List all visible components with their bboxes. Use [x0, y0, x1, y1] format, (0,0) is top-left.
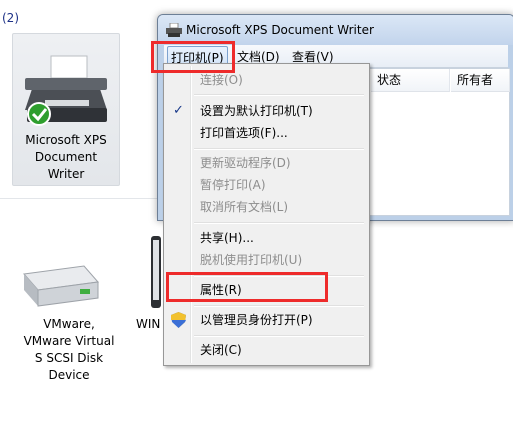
- menu-separator: [194, 148, 364, 150]
- printer-tile-xps[interactable]: Microsoft XPS Document Writer: [12, 33, 120, 186]
- printer-name-line-1: Microsoft XPS: [25, 133, 107, 147]
- menu-separator: [194, 305, 364, 307]
- menu-separator: [194, 335, 364, 337]
- printer-name-line-2: Document: [34, 150, 98, 164]
- printer-small-icon: [166, 23, 182, 37]
- usb-name-line-1: WIN: [136, 317, 161, 331]
- usb-device[interactable]: [150, 236, 162, 308]
- usb-device-label: WIN: [136, 316, 162, 333]
- menu-item-set-default[interactable]: 设置为默认打印机(T): [200, 102, 313, 120]
- printer-icon: [25, 55, 107, 126]
- disk-device[interactable]: [14, 256, 104, 312]
- disk-device-label: VMware, VMware Virtual S SCSI Disk Devic…: [10, 316, 128, 384]
- hard-disk-icon: [23, 265, 99, 307]
- menu-item-pause-printing[interactable]: 暂停打印(A): [200, 176, 266, 194]
- menu-gutter-highlight: [191, 66, 192, 363]
- disk-name-line-2: VMware Virtual: [23, 334, 115, 348]
- group-count: (2): [2, 11, 19, 25]
- menu-separator: [194, 94, 364, 96]
- uac-shield-icon: [171, 312, 186, 328]
- menu-item-cancel-all[interactable]: 取消所有文档(L): [200, 198, 288, 216]
- usb-drive-icon: [151, 236, 161, 308]
- printer-name-line-3: Writer: [47, 167, 85, 181]
- column-status[interactable]: 状态: [371, 69, 450, 92]
- menu-item-sharing[interactable]: 共享(H)...: [200, 229, 254, 247]
- highlight-printer-menu: [151, 41, 235, 73]
- highlight-properties: [166, 272, 328, 302]
- group-divider: [0, 198, 160, 199]
- window-title: Microsoft XPS Document Writer: [186, 23, 374, 37]
- printer-menu-dropdown: 连接(O) ✓ 设置为默认打印机(T) 打印首选项(F)... 更新驱动程序(D…: [163, 63, 370, 366]
- menu-item-close[interactable]: 关闭(C): [200, 341, 242, 359]
- disk-name-line-3: S SCSI Disk: [34, 351, 104, 365]
- column-owner[interactable]: 所有者: [451, 69, 510, 92]
- disk-name-line-4: Device: [48, 368, 90, 382]
- menu-item-update-driver[interactable]: 更新驱动程序(D): [200, 154, 291, 172]
- menu-item-preferences[interactable]: 打印首选项(F)...: [200, 124, 288, 142]
- default-check-icon: [27, 102, 51, 126]
- menu-item-connect[interactable]: 连接(O): [200, 71, 243, 89]
- menu-item-open-as-admin[interactable]: 以管理员身份打开(P): [200, 311, 313, 329]
- menu-separator: [194, 222, 364, 224]
- printer-name: Microsoft XPS Document Writer: [13, 132, 119, 183]
- menu-item-use-offline[interactable]: 脱机使用打印机(U): [200, 251, 302, 269]
- disk-name-line-1: VMware,: [43, 317, 95, 331]
- checkmark-icon: ✓: [173, 103, 184, 118]
